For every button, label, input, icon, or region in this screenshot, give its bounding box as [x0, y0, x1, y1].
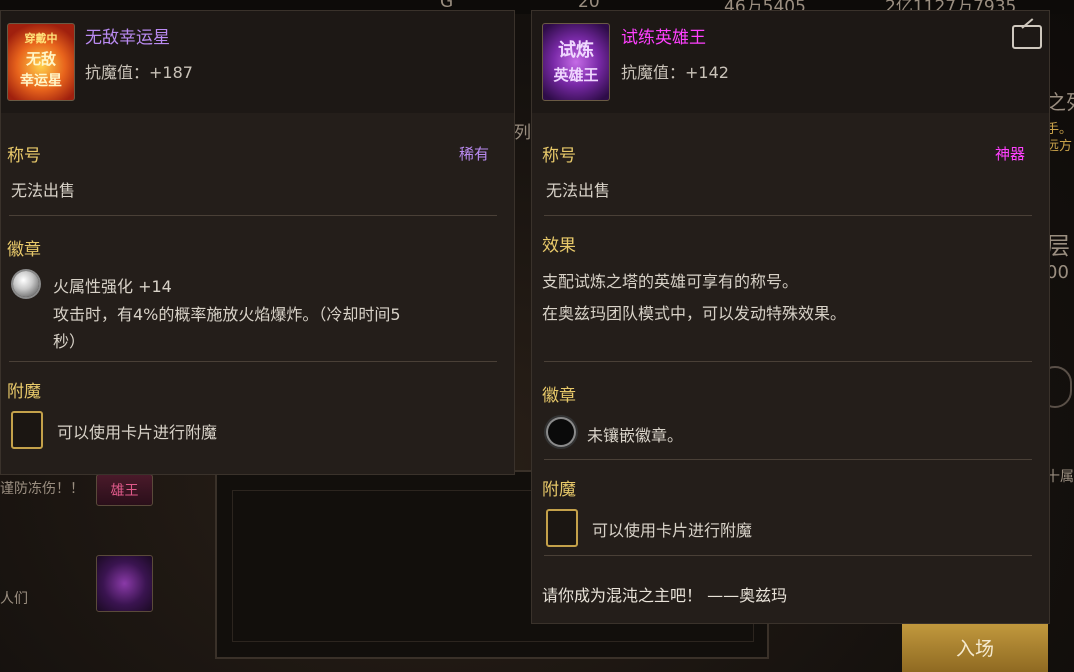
rarity-badge: 神器	[995, 145, 1026, 163]
divider	[9, 215, 497, 216]
enter-button[interactable]: 入场	[902, 622, 1048, 672]
emblem-description: 攻击时，有4%的概率施放火焰爆炸。（冷却时间5	[53, 305, 401, 324]
sell-status: 无法出售	[546, 181, 611, 200]
section-title-title: 称号	[542, 146, 576, 166]
fire-emblem-icon	[13, 271, 39, 297]
emblem-name: 火属性强化 +14	[53, 277, 172, 296]
effect-description: 在奥兹玛团队模式中，可以发动特殊效果。	[542, 304, 847, 323]
item-name: 无敌幸运星	[85, 28, 170, 48]
item-tooltip-hero-king: 试炼 英雄王 试练英雄王 抗魔值：+142 称号 神器 无法出售 效果 支配试炼…	[531, 10, 1050, 624]
card-slot-icon[interactable]	[546, 509, 578, 547]
enchant-text: 可以使用卡片进行附魔	[592, 521, 753, 540]
background-text: 谨防冻伤！！	[0, 481, 84, 497]
divider	[544, 555, 1032, 556]
emblem-description: 秒）	[53, 332, 86, 351]
section-title-enchant: 附魔	[7, 382, 41, 402]
icon-caption: 试炼	[558, 40, 594, 61]
section-title-enchant: 附魔	[542, 480, 576, 500]
empty-emblem-socket-icon	[548, 419, 574, 445]
title-slot-icon[interactable]: 雄王	[96, 474, 153, 506]
magic-resist-stat: 抗魔值：+187	[85, 63, 193, 82]
rarity-badge: 稀有	[459, 145, 490, 163]
flavor-text: 请你成为混沌之主吧！ ——奥兹玛	[542, 586, 788, 605]
divider	[544, 361, 1032, 362]
divider	[544, 459, 1032, 460]
magic-resist-stat: 抗魔值：+142	[621, 63, 729, 82]
icon-caption: 英雄王	[553, 66, 599, 84]
background-text: 人们	[0, 591, 28, 607]
item-tooltip-lucky-star: 穿戴中 无敌 幸运星 无敌幸运星 抗魔值：+187 称号 稀有 无法出售 徽章 …	[0, 10, 515, 475]
background-text: 列	[514, 123, 531, 143]
icon-caption: 幸运星	[20, 73, 62, 89]
section-title-emblem: 徽章	[7, 240, 41, 260]
icon-caption: 无敌	[25, 50, 56, 68]
item-name: 试练英雄王	[621, 28, 706, 48]
section-title-emblem: 徽章	[542, 386, 576, 406]
sell-status: 无法出售	[11, 181, 76, 200]
background-text: 十属	[1046, 469, 1074, 485]
section-title-effect: 效果	[542, 236, 576, 256]
enchant-text: 可以使用卡片进行附魔	[57, 423, 218, 442]
card-slot-icon[interactable]	[11, 411, 43, 449]
share-icon[interactable]	[1012, 25, 1042, 49]
section-title-title: 称号	[7, 146, 41, 166]
tooltip-header	[1, 11, 514, 113]
icon-caption: 穿戴中	[24, 32, 58, 45]
hero-king-title-icon: 试炼 英雄王	[542, 23, 610, 101]
emblem-status: 未镶嵌徽章。	[587, 426, 684, 445]
title-slot-icon[interactable]	[96, 555, 153, 612]
icon-label: 雄王	[110, 483, 139, 499]
effect-description: 支配试炼之塔的英雄可享有的称号。	[542, 272, 799, 291]
divider	[544, 215, 1032, 216]
divider	[9, 361, 497, 362]
background-text: 之列	[1046, 90, 1074, 114]
lucky-star-title-icon: 穿戴中 无敌 幸运星	[7, 23, 75, 101]
